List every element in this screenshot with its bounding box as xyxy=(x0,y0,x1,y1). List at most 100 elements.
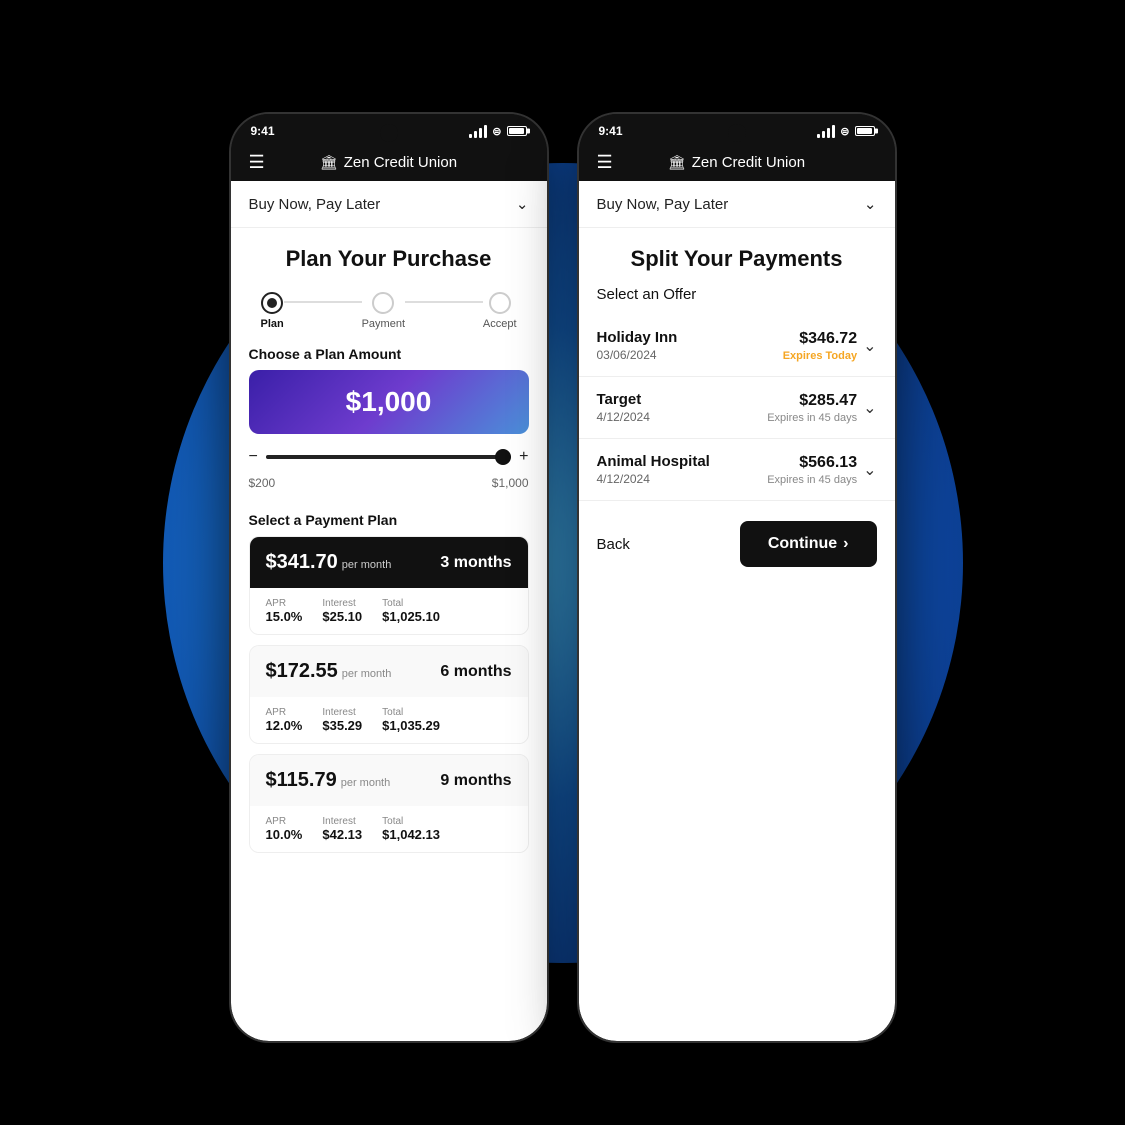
phone-1: 9:41 ⊜ ☰ 🏛 Zen Credit Union xyxy=(229,112,549,1043)
offer-amount-block-target: $285.47 Expires in 45 days xyxy=(767,392,857,424)
plan-title: Plan Your Purchase xyxy=(231,228,547,282)
step-label-plan: Plan xyxy=(261,318,284,330)
plan-details-6months: APR 12.0% Interest $35.29 Total $1,035.2… xyxy=(250,697,528,743)
phone-body-2: Buy Now, Pay Later ⌄ Split Your Payments… xyxy=(579,181,895,1041)
battery-icon-2 xyxy=(855,126,875,136)
offer-left-holiday-inn: Holiday Inn 03/06/2024 xyxy=(597,329,678,362)
select-plan-label: Select a Payment Plan xyxy=(231,502,547,536)
plan-apr-9months: APR 10.0% xyxy=(266,816,303,842)
status-bar-1: 9:41 ⊜ xyxy=(231,114,547,144)
offer-amount-holiday-inn: $346.72 xyxy=(783,330,857,348)
slider-fill xyxy=(266,455,511,459)
offer-name-animal-hospital: Animal Hospital xyxy=(597,453,710,470)
select-offer-label: Select an Offer xyxy=(579,286,895,315)
chevron-animal-hospital[interactable]: ⌄ xyxy=(863,460,876,480)
plan-monthly-3months: $341.70per month xyxy=(266,551,392,574)
slider-track[interactable] xyxy=(266,455,511,459)
offer-amount-block-animal-hospital: $566.13 Expires in 45 days xyxy=(767,454,857,486)
bank-name-2: Zen Credit Union xyxy=(692,154,805,171)
continue-label: Continue xyxy=(768,535,837,553)
wifi-icon: ⊜ xyxy=(492,125,501,138)
slider-min-label: $200 xyxy=(249,476,276,490)
bank-name-1: Zen Credit Union xyxy=(344,154,457,171)
bnpl-chevron-1[interactable]: ⌄ xyxy=(516,195,529,213)
step-line-2 xyxy=(405,301,483,303)
offer-amount-block-holiday-inn: $346.72 Expires Today xyxy=(783,330,857,362)
bnpl-header-1: Buy Now, Pay Later ⌄ xyxy=(231,181,547,228)
status-icons-2: ⊜ xyxy=(817,125,874,138)
signal-icon xyxy=(469,125,487,138)
offer-expires-animal-hospital: Expires in 45 days xyxy=(767,474,857,486)
bank-icon-2: 🏛 xyxy=(668,154,686,171)
chevron-target[interactable]: ⌄ xyxy=(863,398,876,418)
step-circle-accept xyxy=(489,292,511,314)
wifi-icon-2: ⊜ xyxy=(840,125,849,138)
battery-icon xyxy=(507,126,527,136)
bnpl-chevron-2[interactable]: ⌄ xyxy=(864,195,877,213)
phones-container: 9:41 ⊜ ☰ 🏛 Zen Credit Union xyxy=(229,82,897,1043)
action-row: Back Continue › xyxy=(579,501,895,587)
offer-date-holiday-inn: 03/06/2024 xyxy=(597,348,678,362)
phone-body-1: Buy Now, Pay Later ⌄ Plan Your Purchase … xyxy=(231,181,547,1041)
plan-months-6months: 6 months xyxy=(440,663,511,681)
step-line-1 xyxy=(284,301,362,303)
plan-months-9months: 9 months xyxy=(440,772,511,790)
offer-animal-hospital[interactable]: Animal Hospital 4/12/2024 $566.13 Expire… xyxy=(579,439,895,501)
plan-months-3months: 3 months xyxy=(440,554,511,572)
plan-header-9months: $115.79per month 9 months xyxy=(250,755,528,806)
step-circle-payment xyxy=(372,292,394,314)
plan-interest-9months: Interest $42.13 xyxy=(322,816,362,842)
offer-amount-animal-hospital: $566.13 xyxy=(767,454,857,472)
amount-value: $1,000 xyxy=(346,386,432,417)
bank-title-1: 🏛 Zen Credit Union xyxy=(320,154,457,171)
choose-amount-label: Choose a Plan Amount xyxy=(231,336,547,370)
plan-option-3months[interactable]: $341.70per month 3 months APR 15.0% Inte… xyxy=(249,536,529,635)
step-label-payment: Payment xyxy=(362,318,405,330)
plan-monthly-9months: $115.79per month xyxy=(266,769,391,792)
plan-header-6months: $172.55per month 6 months xyxy=(250,646,528,697)
slider-minus[interactable]: − xyxy=(249,448,258,466)
slider-thumb[interactable] xyxy=(495,449,511,465)
offer-expires-target: Expires in 45 days xyxy=(767,412,857,424)
offer-date-animal-hospital: 4/12/2024 xyxy=(597,472,710,486)
offer-name-target: Target xyxy=(597,391,650,408)
plan-option-6months[interactable]: $172.55per month 6 months APR 12.0% Inte… xyxy=(249,645,529,744)
continue-arrow-icon: › xyxy=(843,535,848,553)
offer-holiday-inn[interactable]: Holiday Inn 03/06/2024 $346.72 Expires T… xyxy=(579,315,895,377)
slider-container[interactable]: − + xyxy=(231,448,547,474)
plan-monthly-6months: $172.55per month xyxy=(266,660,392,683)
split-title: Split Your Payments xyxy=(579,228,895,286)
phone-2: 9:41 ⊜ ☰ 🏛 Zen Credit Union xyxy=(577,112,897,1043)
phone-header-1: ☰ 🏛 Zen Credit Union xyxy=(231,144,547,181)
chevron-holiday-inn[interactable]: ⌄ xyxy=(863,336,876,356)
back-button[interactable]: Back xyxy=(597,536,630,553)
bnpl-label-1: Buy Now, Pay Later xyxy=(249,196,381,213)
offer-left-target: Target 4/12/2024 xyxy=(597,391,650,424)
plan-interest-6months: Interest $35.29 xyxy=(322,707,362,733)
slider-max-label: $1,000 xyxy=(492,476,529,490)
plan-apr-3months: APR 15.0% xyxy=(266,598,303,624)
plan-option-9months[interactable]: $115.79per month 9 months APR 10.0% Inte… xyxy=(249,754,529,853)
slider-plus[interactable]: + xyxy=(519,448,528,466)
step-payment: Payment xyxy=(362,292,405,330)
plan-apr-6months: APR 12.0% xyxy=(266,707,303,733)
amount-display: $1,000 xyxy=(249,370,529,434)
menu-icon-1[interactable]: ☰ xyxy=(249,152,265,173)
notch-2 xyxy=(728,124,746,142)
slider-labels: $200 $1,000 xyxy=(231,474,547,502)
offer-name-holiday-inn: Holiday Inn xyxy=(597,329,678,346)
bnpl-label-2: Buy Now, Pay Later xyxy=(597,196,729,213)
offer-right-target: $285.47 Expires in 45 days ⌄ xyxy=(767,392,876,424)
continue-button[interactable]: Continue › xyxy=(740,521,877,567)
plan-total-3months: Total $1,025.10 xyxy=(382,598,440,624)
plan-details-9months: APR 10.0% Interest $42.13 Total $1,042.1… xyxy=(250,806,528,852)
offer-target[interactable]: Target 4/12/2024 $285.47 Expires in 45 d… xyxy=(579,377,895,439)
menu-icon-2[interactable]: ☰ xyxy=(597,152,613,173)
steps-container: Plan Payment Accept xyxy=(231,282,547,336)
status-bar-2: 9:41 ⊜ xyxy=(579,114,895,144)
time-1: 9:41 xyxy=(251,124,275,138)
step-circle-plan xyxy=(261,292,283,314)
plan-total-9months: Total $1,042.13 xyxy=(382,816,440,842)
plan-interest-3months: Interest $25.10 xyxy=(322,598,362,624)
bank-title-2: 🏛 Zen Credit Union xyxy=(668,154,805,171)
